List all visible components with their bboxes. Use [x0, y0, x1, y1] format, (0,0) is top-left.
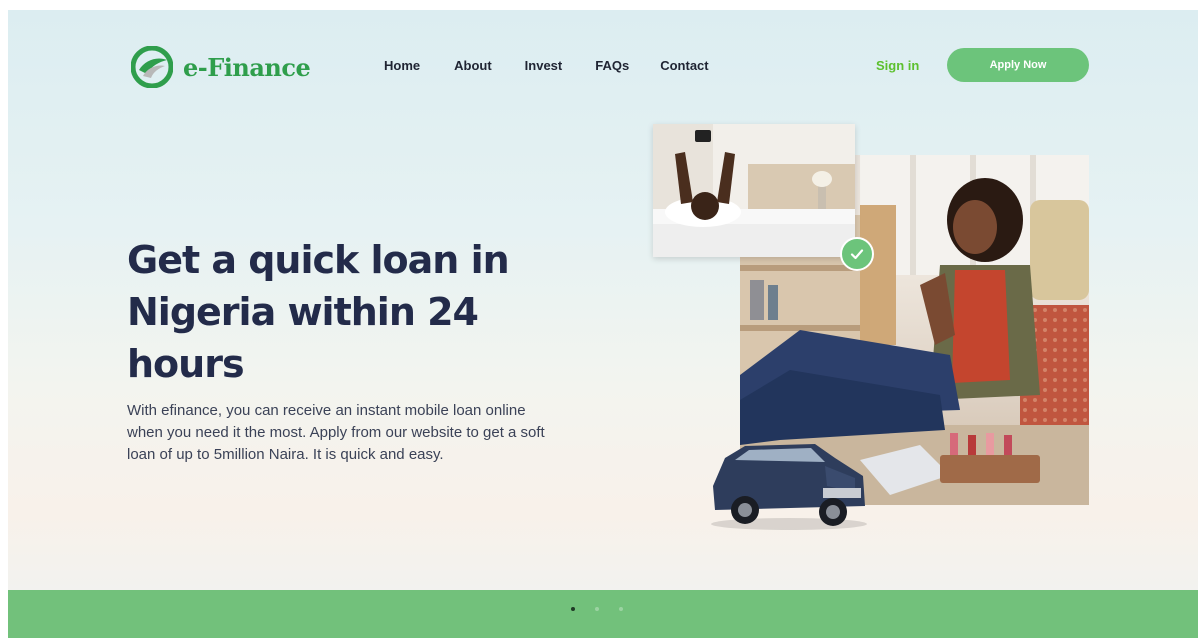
- sign-in-link[interactable]: Sign in: [876, 58, 919, 73]
- hero-title: Get a quick loan in Nigeria within 24 ho…: [127, 238, 510, 386]
- nav-link-about[interactable]: About: [454, 58, 492, 73]
- check-badge: [840, 237, 874, 271]
- nav-link-invest[interactable]: Invest: [525, 58, 563, 73]
- brand-logo[interactable]: e-Finance: [131, 46, 311, 88]
- hero-description: With efinance, you can receive an instan…: [127, 402, 545, 463]
- carousel-dots: [571, 607, 623, 611]
- carousel-dot-2[interactable]: [595, 607, 599, 611]
- nav-link-home[interactable]: Home: [384, 58, 420, 73]
- nav-link-contact[interactable]: Contact: [660, 58, 708, 73]
- brand-name: e-Finance: [183, 52, 311, 82]
- apply-now-button[interactable]: Apply Now: [947, 48, 1089, 82]
- car-image: [711, 444, 867, 530]
- carousel-dot-3[interactable]: [619, 607, 623, 611]
- carousel-dot-1[interactable]: [571, 607, 575, 611]
- hero-section: e-Finance Home About Invest FAQs Contact…: [8, 10, 1198, 638]
- nav-link-faqs[interactable]: FAQs: [595, 58, 629, 73]
- check-icon: [850, 249, 864, 260]
- man-on-bed-photo: [653, 124, 855, 257]
- main-nav: Home About Invest FAQs Contact: [384, 58, 742, 73]
- efinance-logo-icon: [131, 46, 173, 88]
- bottom-bar: [8, 590, 1198, 638]
